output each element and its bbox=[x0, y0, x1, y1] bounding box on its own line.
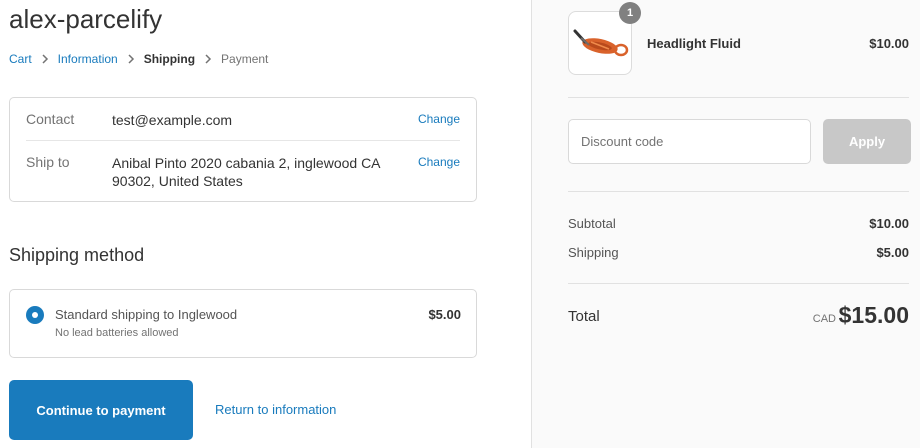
breadcrumb-payment: Payment bbox=[221, 52, 269, 66]
breadcrumb: Cart Information Shipping Payment bbox=[9, 52, 268, 66]
order-summary: 1 Headlight Fluid $10.00 Apply Subtotal … bbox=[531, 0, 920, 448]
discount-code-input[interactable] bbox=[568, 119, 811, 164]
chevron-right-icon bbox=[127, 54, 135, 64]
breadcrumb-information[interactable]: Information bbox=[58, 52, 118, 66]
summary-divider bbox=[568, 191, 909, 192]
shipping-label: Shipping bbox=[568, 245, 619, 260]
currency-code: CAD bbox=[812, 313, 836, 325]
shipto-label: Ship to bbox=[26, 154, 70, 170]
review-divider bbox=[26, 140, 460, 141]
radio-selected-icon[interactable] bbox=[26, 306, 44, 324]
shipping-value: $5.00 bbox=[876, 245, 909, 260]
summary-divider bbox=[568, 283, 909, 284]
summary-divider bbox=[568, 97, 909, 98]
rate-price: $5.00 bbox=[428, 307, 461, 322]
review-row-shipto: Ship to Anibal Pinto 2020 cabania 2, ing… bbox=[26, 154, 460, 190]
rate-description: No lead batteries allowed bbox=[55, 327, 179, 339]
review-row-contact: Contact test@example.com Change bbox=[26, 111, 460, 129]
change-address-link[interactable]: Change bbox=[418, 154, 460, 190]
breadcrumb-cart[interactable]: Cart bbox=[9, 52, 32, 66]
subtotal-value: $10.00 bbox=[869, 216, 909, 231]
radio-dot bbox=[32, 312, 38, 318]
shop-name[interactable]: alex-parcelify bbox=[9, 4, 162, 35]
subtotal-label: Subtotal bbox=[568, 216, 616, 231]
contact-value: test@example.com bbox=[112, 112, 233, 128]
return-to-information-link[interactable]: Return to information bbox=[215, 402, 336, 417]
shipto-value: Anibal Pinto 2020 cabania 2, inglewood C… bbox=[112, 155, 380, 189]
product-price: $10.00 bbox=[869, 36, 909, 51]
chevron-right-icon bbox=[41, 54, 49, 64]
shipping-rate-option[interactable]: Standard shipping to Inglewood No lead b… bbox=[9, 289, 477, 358]
main-content: alex-parcelify Cart Information Shipping… bbox=[0, 0, 531, 448]
contact-label: Contact bbox=[26, 111, 75, 127]
change-contact-link[interactable]: Change bbox=[418, 111, 460, 129]
total-value: $15.00 bbox=[838, 302, 909, 328]
total-label: Total bbox=[568, 308, 600, 325]
apply-discount-button[interactable]: Apply bbox=[823, 119, 911, 164]
chevron-right-icon bbox=[204, 54, 212, 64]
quantity-badge: 1 bbox=[619, 2, 641, 24]
shipping-method-title: Shipping method bbox=[9, 245, 145, 265]
breadcrumb-shipping: Shipping bbox=[143, 52, 196, 66]
product-name: Headlight Fluid bbox=[647, 36, 741, 51]
continue-to-payment-button[interactable]: Continue to payment bbox=[9, 380, 193, 440]
rate-title: Standard shipping to Inglewood bbox=[55, 307, 238, 322]
review-block: Contact test@example.com Change Ship to … bbox=[9, 97, 477, 202]
